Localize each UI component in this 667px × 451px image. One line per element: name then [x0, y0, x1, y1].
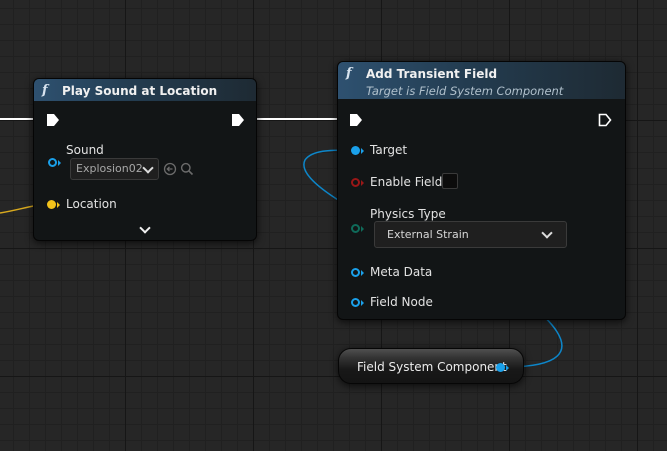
sound-label: Sound	[66, 143, 104, 157]
variable-output-pin[interactable]	[496, 363, 505, 372]
node-header[interactable]: f Add Transient Field Target is Field Sy…	[338, 62, 625, 99]
sound-asset-value: Explosion02	[76, 162, 143, 175]
play-sound-at-location-node[interactable]: f Play Sound at Location Sound Explosion…	[33, 78, 257, 241]
field-node-pin[interactable]	[351, 298, 360, 307]
chevron-down-icon	[142, 162, 154, 174]
function-icon: f	[346, 66, 352, 81]
add-transient-field-node[interactable]: f Add Transient Field Target is Field Sy…	[337, 61, 626, 320]
arrow-left-circle-icon[interactable]	[163, 162, 177, 176]
chevron-down-icon	[541, 227, 553, 239]
location-label: Location	[66, 197, 117, 211]
enable-field-pin-arrow	[361, 180, 364, 186]
target-pin-arrow	[361, 148, 364, 154]
physics-type-label: Physics Type	[370, 207, 446, 221]
sound-pin[interactable]	[48, 158, 57, 167]
node-subtitle: Target is Field System Component	[366, 84, 564, 98]
meta-data-label: Meta Data	[370, 265, 433, 279]
enable-field-label: Enable Field	[370, 175, 443, 189]
physics-type-pin-arrow	[361, 226, 364, 232]
exec-input-pin[interactable]	[46, 113, 60, 127]
physics-type-pin[interactable]	[351, 224, 360, 233]
meta-data-pin-arrow	[361, 270, 364, 276]
location-pin-arrow	[57, 202, 60, 208]
node-header[interactable]: f Play Sound at Location	[34, 79, 256, 101]
location-pin[interactable]	[47, 200, 56, 209]
field-system-component-variable-node[interactable]: Field System Component	[338, 348, 524, 384]
variable-label: Field System Component	[357, 360, 507, 374]
field-node-pin-arrow	[361, 300, 364, 306]
field-node-label: Field Node	[370, 295, 433, 309]
node-title: Play Sound at Location	[62, 84, 218, 98]
exec-output-pin[interactable]	[231, 113, 245, 127]
magnifier-icon[interactable]	[180, 162, 194, 176]
sound-asset-dropdown[interactable]: Explosion02	[70, 158, 159, 180]
enable-field-checkbox[interactable]	[442, 173, 458, 189]
advanced-expand-chevron-down-icon[interactable]	[139, 222, 151, 234]
function-icon: f	[42, 83, 48, 98]
sound-pin-arrow	[58, 160, 61, 166]
physics-type-value: External Strain	[387, 228, 469, 241]
physics-type-dropdown[interactable]: External Strain	[374, 221, 567, 248]
target-label: Target	[370, 143, 408, 157]
enable-field-pin[interactable]	[351, 178, 360, 187]
variable-output-pin-arrow	[506, 365, 509, 371]
exec-output-pin[interactable]	[598, 113, 612, 127]
meta-data-pin[interactable]	[351, 268, 360, 277]
node-title: Add Transient Field	[366, 67, 498, 81]
target-pin[interactable]	[351, 146, 360, 155]
exec-input-pin[interactable]	[349, 113, 363, 127]
